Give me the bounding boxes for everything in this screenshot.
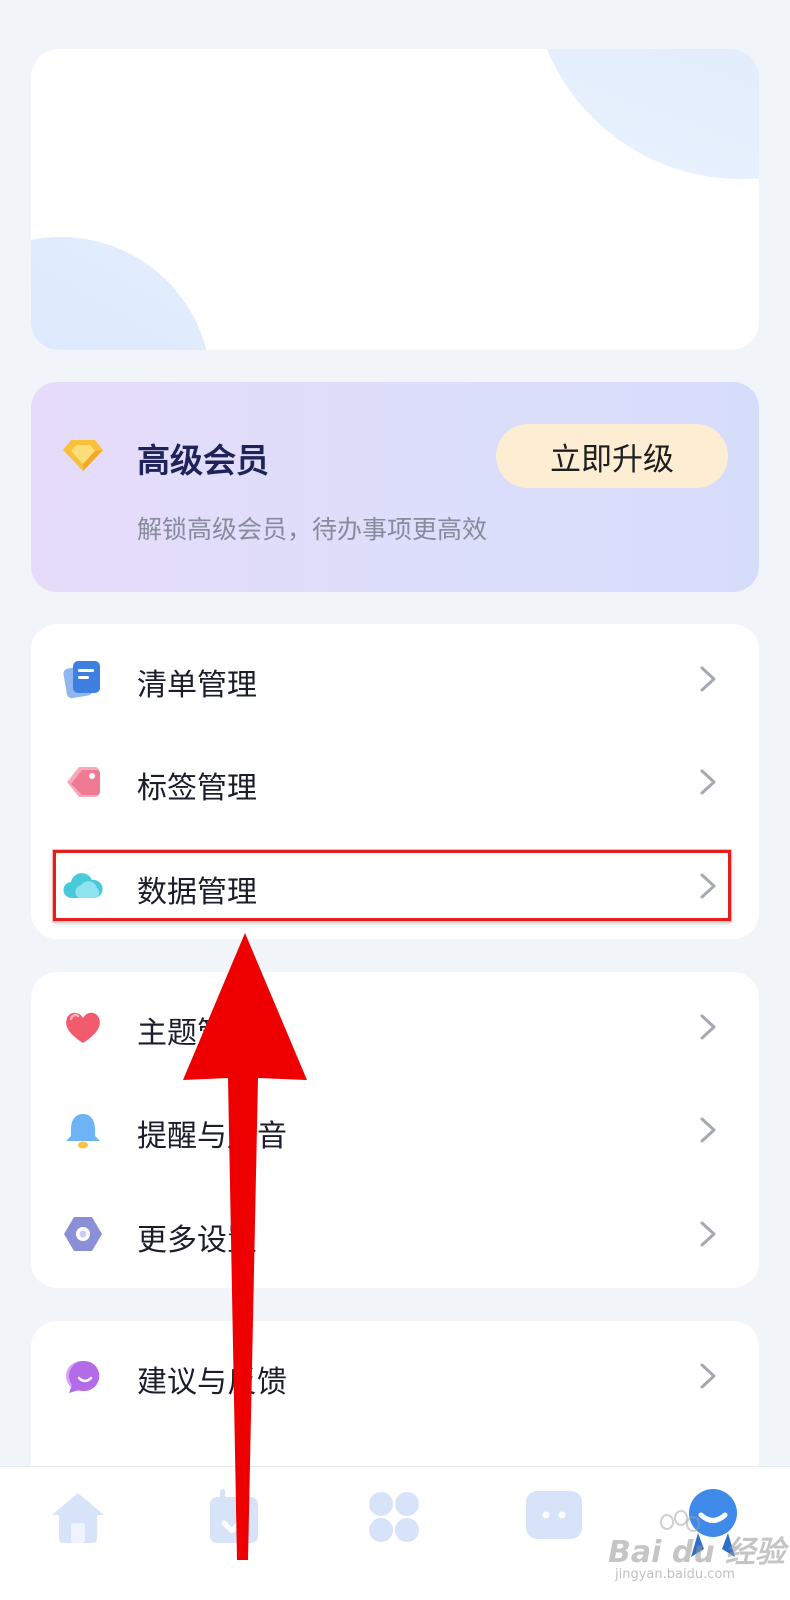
menu-item-label: 更多设置 xyxy=(137,1223,257,1258)
tag-icon xyxy=(67,767,100,797)
chat-bubble-icon[interactable] xyxy=(524,1487,584,1547)
menu-item-label: 清单管理 xyxy=(137,668,257,703)
menu-item-theme[interactable]: 主题管理 xyxy=(31,982,759,1072)
menu-item-reminder-sound[interactable]: 提醒与声音 xyxy=(31,1085,759,1175)
chevron-right-icon xyxy=(700,666,716,692)
cloud-icon xyxy=(63,873,103,899)
menu-item-label: 数据管理 xyxy=(137,875,257,910)
diamond-icon xyxy=(63,440,103,471)
menu-item-label: 提醒与声音 xyxy=(137,1119,287,1154)
chevron-right-icon xyxy=(700,1363,716,1389)
menu-item-data-manage[interactable]: 数据管理 xyxy=(31,841,759,931)
decorative-blob xyxy=(31,237,211,350)
menu-item-list-manage[interactable]: 清单管理 xyxy=(31,634,759,724)
vip-subtitle: 解锁高级会员，待办事项更高效 xyxy=(137,515,488,544)
watermark-brand: Bai du 经验 xyxy=(608,1535,786,1570)
feedback-bubble-icon xyxy=(66,1360,100,1393)
chevron-right-icon xyxy=(700,873,716,899)
home-icon[interactable] xyxy=(48,1487,108,1547)
apps-grid-icon[interactable] xyxy=(364,1487,424,1547)
list-icon xyxy=(63,661,100,699)
vip-title: 高级会员 xyxy=(137,441,269,480)
chevron-right-icon xyxy=(700,1221,716,1247)
vip-banner[interactable]: 高级会员 解锁高级会员，待办事项更高效 立即升级 xyxy=(31,382,759,592)
upgrade-button[interactable]: 立即升级 xyxy=(496,424,728,488)
menu-group-manage: 清单管理 标签管理 数据管理 xyxy=(31,624,759,939)
chevron-right-icon xyxy=(700,769,716,795)
heart-icon xyxy=(66,1012,100,1043)
calendar-check-icon[interactable] xyxy=(204,1487,264,1547)
menu-item-tag-manage[interactable]: 标签管理 xyxy=(31,737,759,827)
watermark-url: jingyan.baidu.com xyxy=(615,1567,735,1582)
decorative-blob xyxy=(531,49,759,179)
menu-item-label: 建议与反馈 xyxy=(137,1365,287,1400)
menu-group-settings: 主题管理 提醒与声音 更多设置 xyxy=(31,972,759,1288)
menu-item-label: 主题管理 xyxy=(137,1016,257,1051)
bell-icon xyxy=(66,1114,100,1149)
menu-item-label: 标签管理 xyxy=(137,771,257,806)
profile-card[interactable] xyxy=(31,49,759,350)
menu-item-more-settings[interactable]: 更多设置 xyxy=(31,1189,759,1279)
menu-item-feedback[interactable]: 建议与反馈 xyxy=(31,1331,759,1421)
settings-hexagon-icon xyxy=(64,1217,102,1251)
chevron-right-icon xyxy=(700,1014,716,1040)
chevron-right-icon xyxy=(700,1117,716,1143)
